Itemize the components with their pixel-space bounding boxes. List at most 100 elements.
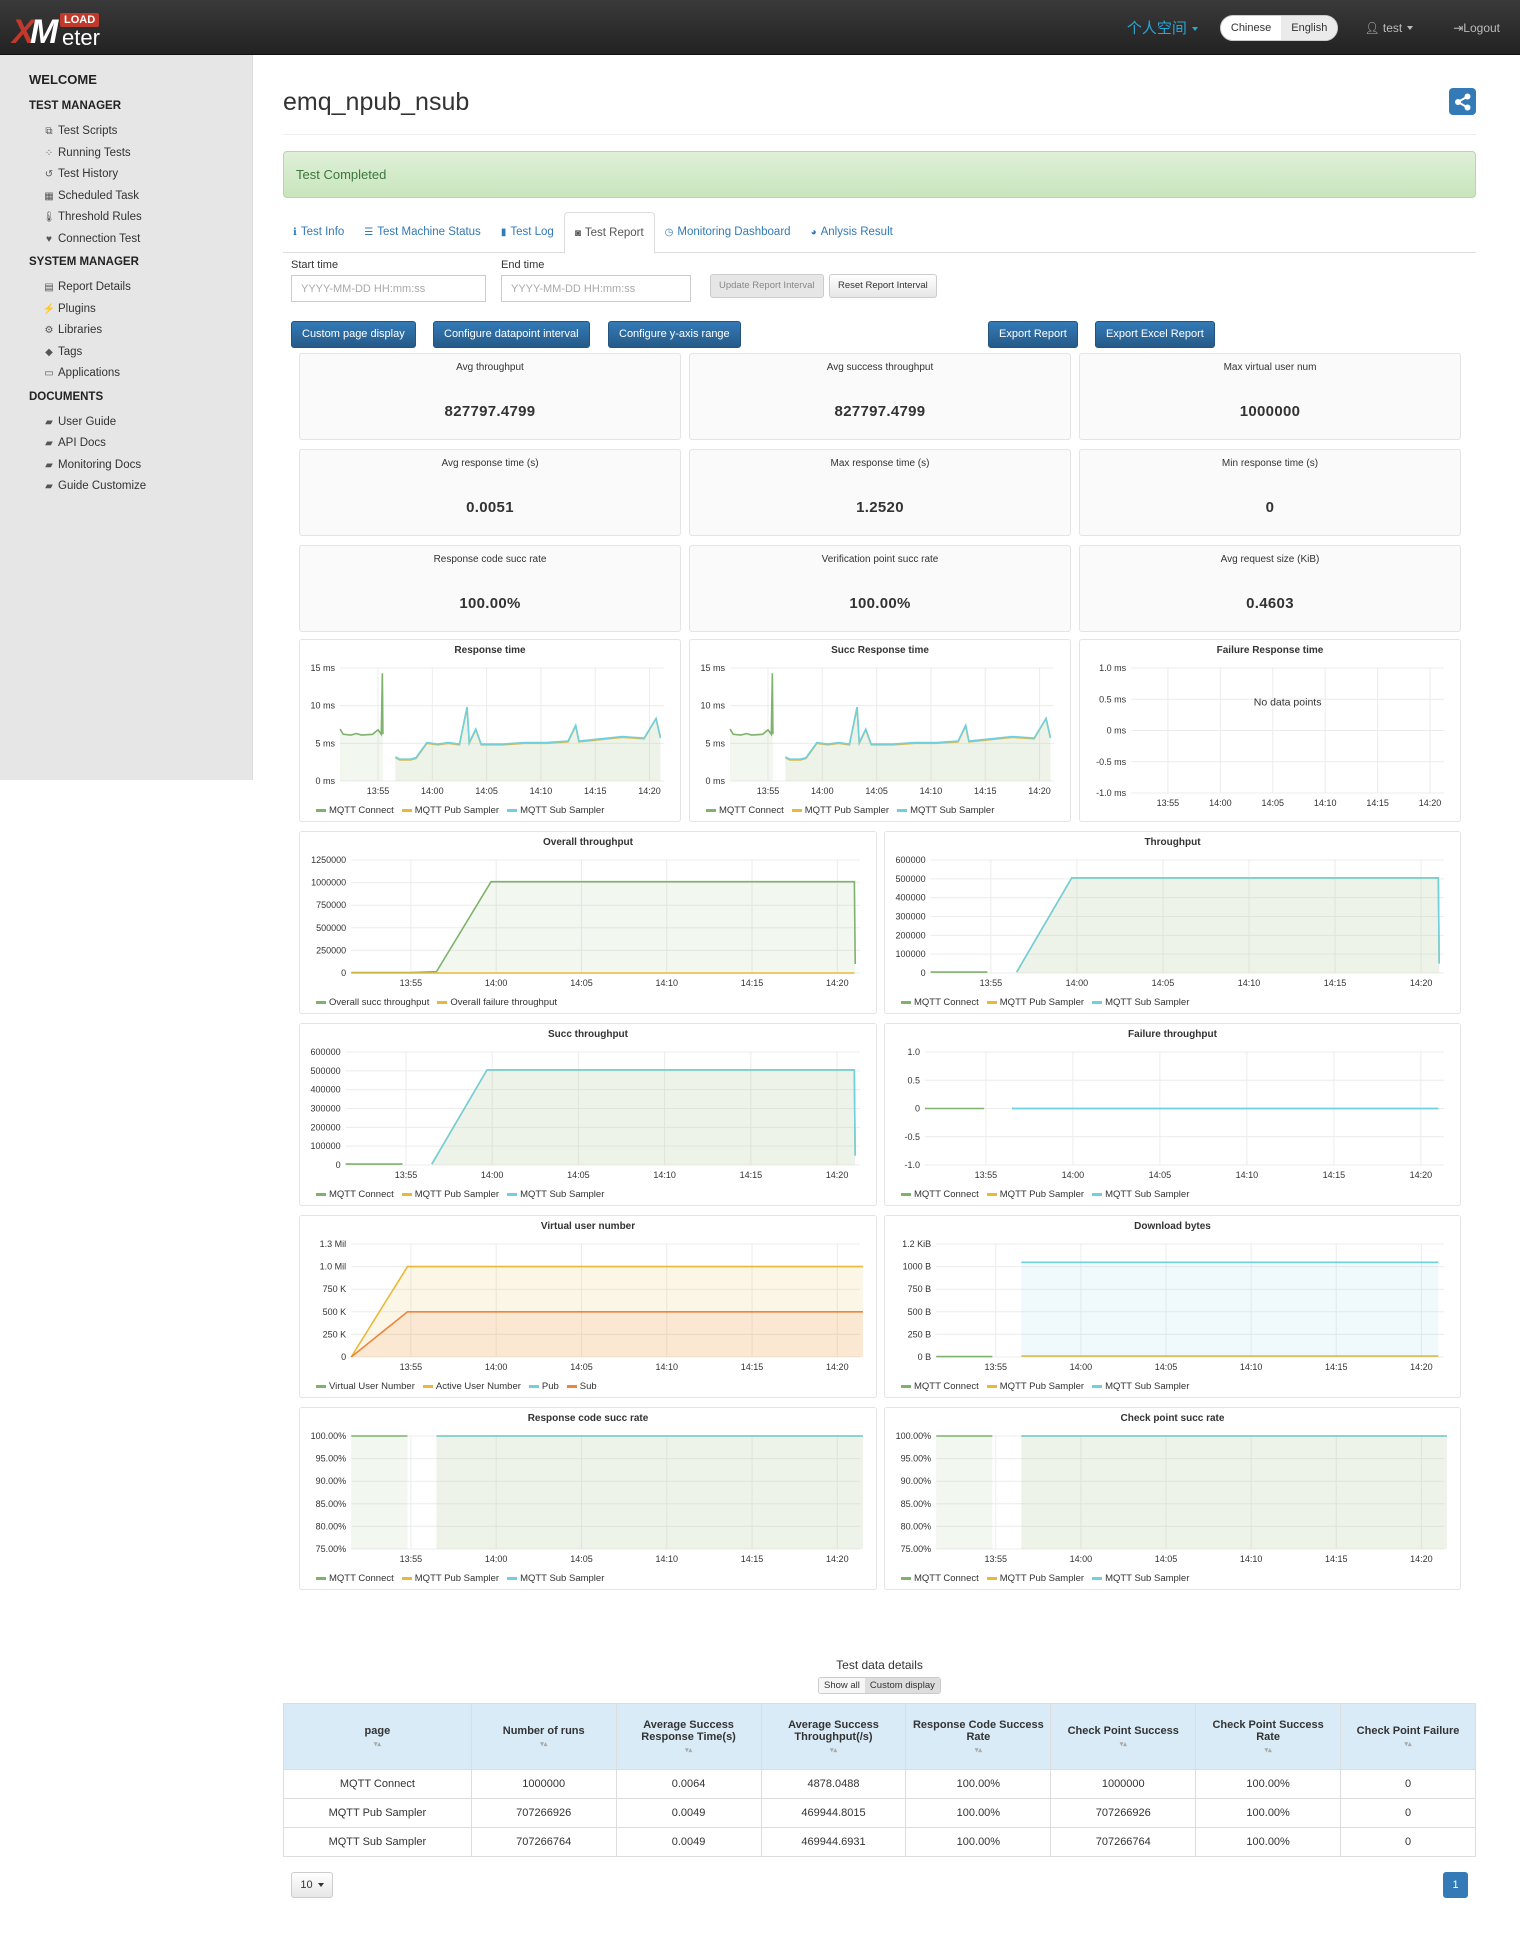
column-header[interactable]: Check Point Success ▾▴ (1050, 1703, 1197, 1770)
sort-icon[interactable]: ▾▴ (1202, 1746, 1334, 1754)
sidebar-item-test-scripts[interactable]: ⧉ Test Scripts (42, 121, 252, 143)
custom-display-button[interactable]: Custom display (864, 1678, 940, 1693)
legend-item[interactable]: MQTT Pub Sampler (401, 1573, 499, 1584)
sort-icon[interactable]: ▾▴ (290, 1740, 465, 1748)
legend-item[interactable]: MQTT Sub Sampler (507, 1573, 604, 1584)
language-chinese-button[interactable]: Chinese (1221, 16, 1281, 40)
start-time-input[interactable] (291, 275, 486, 302)
legend-item[interactable]: MQTT Sub Sampler (1092, 1573, 1189, 1584)
legend-item[interactable]: MQTT Sub Sampler (897, 805, 994, 816)
column-header[interactable]: Response Code Success Rate ▾▴ (905, 1703, 1052, 1770)
legend-item[interactable]: Active User Number (422, 1381, 521, 1392)
end-time-input[interactable] (501, 275, 691, 302)
legend-item[interactable]: MQTT Connect (316, 1573, 394, 1584)
sort-icon[interactable]: ▾▴ (478, 1740, 610, 1748)
xmeter-logo[interactable]: X M LOAD eter (10, 11, 120, 51)
sidebar-item-api-docs[interactable]: ▰ API Docs (42, 433, 252, 455)
column-header[interactable]: Average Success Response Time(s) ▾▴ (616, 1703, 762, 1770)
legend-item[interactable]: MQTT Pub Sampler (401, 805, 499, 816)
legend-item[interactable]: MQTT Connect (706, 805, 784, 816)
tab-test-report[interactable]: ◙ Test Report (563, 212, 655, 254)
legend-item[interactable]: MQTT Pub Sampler (986, 997, 1084, 1008)
sidebar-item-connection-test[interactable]: ♥ Connection Test (42, 229, 252, 251)
x-tick-label: 13:55 (985, 1554, 1008, 1564)
share-button[interactable] (1449, 88, 1476, 115)
legend-item[interactable]: Sub (566, 1381, 597, 1392)
end-time-field: End time (501, 259, 691, 302)
legend-item[interactable]: Overall succ throughput (316, 997, 429, 1008)
y-tick-label: 200000 (311, 1122, 341, 1132)
legend-item[interactable]: Virtual User Number (316, 1381, 415, 1392)
sidebar-item-threshold-rules[interactable]: 🌡 Threshold Rules (42, 207, 252, 229)
sort-icon[interactable]: ▾▴ (623, 1746, 755, 1754)
legend-item[interactable]: MQTT Pub Sampler (791, 805, 889, 816)
update-report-interval-button[interactable]: Update Report Interval (710, 274, 824, 298)
x-tick-label: 14:15 (1323, 1170, 1346, 1180)
custom-page-display-button[interactable]: Custom page display (291, 321, 416, 348)
legend-item[interactable]: MQTT Pub Sampler (986, 1381, 1084, 1392)
legend-item[interactable]: MQTT Connect (901, 1573, 979, 1584)
sidebar-item-scheduled-task[interactable]: ▦ Scheduled Task (42, 186, 252, 208)
legend-label: MQTT Sub Sampler (910, 805, 995, 816)
page-size-dropdown[interactable]: 10 (291, 1872, 333, 1898)
column-header[interactable]: Check Point Success Rate ▾▴ (1195, 1703, 1342, 1770)
sidebar-item-libraries[interactable]: ⚙ Libraries (42, 320, 252, 342)
column-header[interactable]: Number of runs ▾▴ (471, 1703, 617, 1770)
column-header[interactable]: Check Point Failure ▾▴ (1340, 1703, 1476, 1770)
sidebar-item-running-tests[interactable]: ⁘ Running Tests (42, 143, 252, 165)
legend-item[interactable]: MQTT Sub Sampler (507, 805, 604, 816)
sidebar-welcome[interactable]: WELCOME (29, 72, 252, 87)
sidebar-item-plugins[interactable]: ⚡ Plugins (42, 299, 252, 321)
legend-item[interactable]: MQTT Sub Sampler (1092, 997, 1189, 1008)
legend-item[interactable]: MQTT Pub Sampler (986, 1189, 1084, 1200)
legend-item[interactable]: Pub (528, 1381, 559, 1392)
language-english-button[interactable]: English (1281, 15, 1338, 40)
legend-item[interactable]: MQTT Connect (901, 997, 979, 1008)
sort-icon[interactable]: ▾▴ (1057, 1740, 1189, 1748)
legend-item[interactable]: MQTT Connect (901, 1381, 979, 1392)
reset-report-interval-button[interactable]: Reset Report Interval (829, 274, 937, 298)
column-header[interactable]: Average Success Throughput(/s) ▾▴ (761, 1703, 907, 1770)
configure-y-axis-range-button[interactable]: Configure y-axis range (608, 321, 741, 348)
sort-icon[interactable]: ▾▴ (912, 1746, 1044, 1754)
tab-anlysis-result[interactable]: ◕ Anlysis Result (801, 212, 903, 253)
legend-item[interactable]: MQTT Pub Sampler (986, 1573, 1084, 1584)
book-icon: ▰ (45, 481, 53, 492)
sidebar-item-test-history[interactable]: ↺ Test History (42, 164, 252, 186)
tab-test-info[interactable]: ℹ Test Info (283, 212, 354, 253)
series-line-mqtt-connect (339, 673, 384, 737)
stat-card: Max virtual user num 1000000 (1079, 353, 1461, 440)
column-header[interactable]: page ▾▴ (283, 1703, 472, 1770)
personal-space-dropdown[interactable]: 个人空间 (1127, 17, 1198, 38)
sidebar-item-tags[interactable]: ◆ Tags (42, 342, 252, 364)
export-excel-report-button[interactable]: Export Excel Report (1095, 321, 1215, 348)
legend-item[interactable]: Overall failure throughput (437, 997, 557, 1008)
configure-datapoint-interval-button[interactable]: Configure datapoint interval (433, 321, 590, 348)
sidebar-item-user-guide[interactable]: ▰ User Guide (42, 412, 252, 434)
chart-svg: 75.00% 80.00% 85.00% 90.00% 95.00% 100.00% 13:… (311, 1431, 863, 1564)
legend-item[interactable]: MQTT Sub Sampler (507, 1189, 604, 1200)
user-menu[interactable]: 👤︎ test (1364, 21, 1414, 35)
tab-test-machine-status[interactable]: ☰ Test Machine Status (354, 212, 491, 253)
legend-item[interactable]: MQTT Connect (316, 805, 394, 816)
sort-icon[interactable]: ▾▴ (1347, 1740, 1469, 1748)
sidebar-item-report-details[interactable]: ▤ Report Details (42, 277, 252, 299)
legend-item[interactable]: MQTT Connect (901, 1189, 979, 1200)
tab-test-log[interactable]: ▮ Test Log (491, 212, 564, 253)
sidebar-item-monitoring-docs[interactable]: ▰ Monitoring Docs (42, 455, 252, 477)
legend-item[interactable]: MQTT Sub Sampler (1092, 1381, 1189, 1392)
legend-item[interactable]: MQTT Connect (316, 1189, 394, 1200)
chart-legend: MQTT Connect MQTT Pub Sampler MQTT Sub Sam… (706, 805, 994, 816)
sidebar-item-guide-customize[interactable]: ▰ Guide Customize (42, 476, 252, 498)
export-report-button[interactable]: Export Report (988, 321, 1078, 348)
logout-link[interactable]: ⇥Logout (1453, 21, 1500, 35)
legend-item[interactable]: MQTT Pub Sampler (401, 1189, 499, 1200)
x-tick-label: 14:20 (826, 1362, 849, 1372)
sidebar-item-label: Report Details (58, 281, 131, 293)
sidebar-item-applications[interactable]: ▭ Applications (42, 363, 252, 385)
sort-icon[interactable]: ▾▴ (768, 1746, 900, 1754)
legend-item[interactable]: MQTT Sub Sampler (1092, 1189, 1189, 1200)
pagination-page-1[interactable]: 1 (1443, 1872, 1468, 1898)
show-all-button[interactable]: Show all (819, 1678, 865, 1693)
tab-monitoring-dashboard[interactable]: ◷ Monitoring Dashboard (655, 212, 801, 253)
